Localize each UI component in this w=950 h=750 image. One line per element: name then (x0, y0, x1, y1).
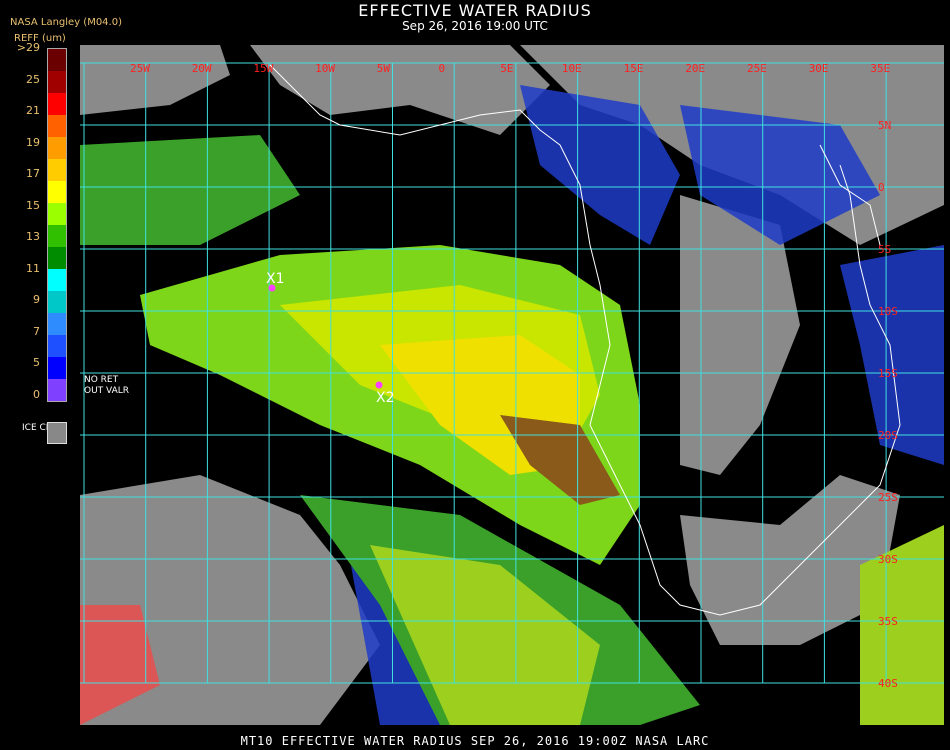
longitude-label: 5E (500, 62, 513, 75)
ice-cloud-swatch (47, 422, 67, 444)
legend-swatch (48, 49, 66, 71)
legend-swatch (48, 291, 66, 313)
map-title: EFFECTIVE WATER RADIUS (358, 1, 592, 20)
longitude-label: 15E (624, 62, 644, 75)
latitude-label: 0 (878, 181, 885, 194)
latitude-label: 25S (878, 491, 898, 504)
latitude-label: 5S (878, 243, 891, 256)
satellite-map: 25W 20W 15W 10W 5W 0 5E 10E 15E 20E 25E 30E 35E 5N 0 5… (80, 45, 944, 725)
longitude-label: 10E (562, 62, 582, 75)
legend-swatch (48, 269, 66, 291)
legend-swatch (48, 379, 66, 401)
legend-swatch (48, 247, 66, 269)
longitude-label: 0 (439, 62, 446, 75)
legend-swatch (48, 357, 66, 379)
legend-tick: 5 (33, 356, 40, 369)
legend-tick: 9 (33, 293, 40, 306)
longitude-label: 35E (870, 62, 890, 75)
longitude-label: 25E (747, 62, 767, 75)
no-retrieval-note: NO RET OUT VALR (84, 375, 130, 396)
legend-tick: 25 (26, 72, 40, 86)
map-subtitle: Sep 26, 2016 19:00 UTC (402, 19, 548, 33)
latitude-label: 35S (878, 615, 898, 628)
legend-tick: 19 (26, 135, 40, 149)
legend-tick: 11 (26, 261, 40, 275)
latitude-label: 20S (878, 429, 898, 442)
legend-swatch (48, 137, 66, 159)
legend-swatch (48, 225, 66, 247)
legend-tick: 0 (33, 387, 40, 401)
latitude-label: 40S (878, 677, 898, 690)
footer-caption: MT10 EFFECTIVE WATER RADIUS SEP 26, 2016… (240, 734, 710, 748)
legend-tick: 15 (26, 198, 40, 212)
svg-text:X1: X1 (266, 271, 285, 287)
color-legend (47, 48, 67, 402)
longitude-label: 15W (253, 62, 273, 75)
latitude-label: 5N (878, 119, 891, 132)
longitude-label: 30E (809, 62, 829, 75)
legend-swatch (48, 115, 66, 137)
legend-tick: 17 (26, 167, 40, 180)
legend-swatch (48, 313, 66, 335)
legend-swatch (48, 159, 66, 181)
svg-text:X2: X2 (376, 390, 395, 406)
longitude-label: 25W (130, 62, 150, 75)
latitude-label: 10S (878, 305, 898, 318)
longitude-label: 5W (377, 62, 391, 75)
latitude-label: 30S (878, 553, 898, 566)
legend-tick: 13 (26, 230, 40, 243)
legend-swatch (48, 71, 66, 93)
legend-swatch (48, 335, 66, 357)
legend-tick: >29 (16, 41, 40, 54)
longitude-label: 10W (315, 62, 335, 75)
latitude-label: 15S (878, 367, 898, 380)
longitude-label: 20W (192, 62, 212, 75)
legend-swatch (48, 93, 66, 115)
legend-tick: 7 (33, 324, 40, 338)
legend-tick: 21 (26, 104, 40, 117)
legend-swatch (48, 181, 66, 203)
brand-label: NASA Langley (M04.0) (10, 17, 122, 28)
longitude-label: 20E (685, 62, 705, 75)
legend-swatch (48, 203, 66, 225)
